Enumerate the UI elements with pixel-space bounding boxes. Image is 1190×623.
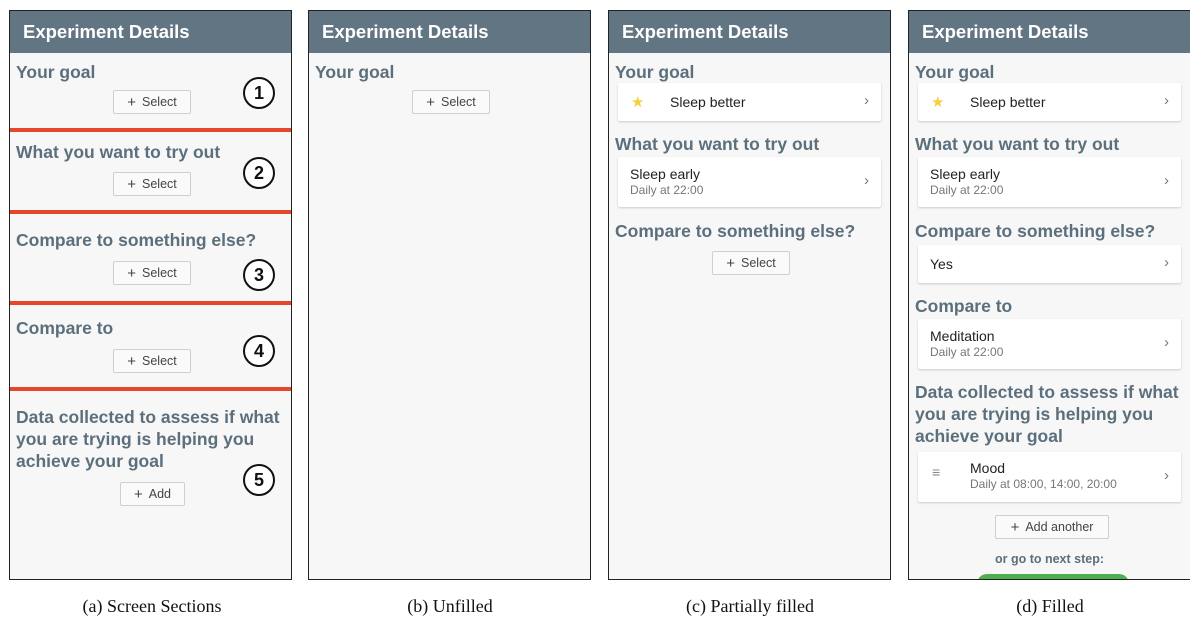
section-divider — [10, 128, 291, 132]
list-icon: ≡ — [932, 464, 941, 480]
chevron-right-icon: › — [1164, 334, 1169, 351]
button-label: Select — [142, 177, 177, 191]
select-compare-to-button[interactable]: + Select — [113, 349, 191, 373]
plus-icon: + — [127, 175, 136, 193]
chevron-right-icon: › — [1164, 254, 1169, 271]
data-card[interactable]: ≡ Mood Daily at 08:00, 14:00, 20:00 › — [918, 452, 1181, 502]
compare-to-value: Meditation — [930, 328, 995, 344]
add-data-button[interactable]: + Add — [120, 482, 185, 506]
star-icon: ★ — [631, 94, 645, 111]
caption-d: (d) Filled — [1016, 596, 1084, 616]
plus-icon: + — [726, 254, 735, 272]
section-number-2: 2 — [243, 157, 275, 189]
panel-unfilled: Experiment Details Your goal + Select — [308, 10, 591, 580]
panel-screen-sections: Experiment Details Your goal + Select 1 W… — [9, 10, 292, 580]
goal-card[interactable]: ★ Sleep better › — [918, 83, 1181, 121]
panel-filled: Experiment Details Your goal ★ Sleep bet… — [908, 10, 1190, 580]
try-value: Sleep early — [630, 166, 701, 182]
header-title: Experiment Details — [10, 11, 291, 53]
header-title: Experiment Details — [609, 11, 890, 53]
compare-to-schedule: Daily at 22:00 — [930, 345, 1004, 359]
plus-icon: + — [426, 93, 435, 111]
add-another-button[interactable]: + Add another — [995, 515, 1109, 539]
caption-c: (c) Partially filled — [686, 596, 814, 616]
section-title-try: What you want to try out — [615, 134, 820, 154]
section-title-compare-q: Compare to something else? — [16, 230, 257, 250]
next-step-text: or go to next step: — [994, 552, 1105, 566]
caption-a: (a) Screen Sections — [82, 596, 222, 616]
try-schedule: Daily at 22:00 — [630, 183, 704, 197]
data-schedule: Daily at 08:00, 14:00, 20:00 — [970, 477, 1117, 491]
section-title-goal: Your goal — [915, 62, 995, 82]
section-number-3: 3 — [243, 259, 275, 291]
select-compare-button[interactable]: + Select — [712, 251, 790, 275]
goal-value: Sleep better — [670, 94, 746, 110]
button-label: Select — [741, 256, 776, 270]
select-goal-button[interactable]: + Select — [412, 90, 490, 114]
try-value: Sleep early — [930, 166, 1001, 182]
button-label: Add — [148, 487, 171, 501]
select-compare-q-button[interactable]: + Select — [113, 261, 191, 285]
star-icon: ★ — [931, 94, 945, 111]
try-card[interactable]: Sleep early Daily at 22:00 › — [618, 157, 881, 207]
plus-icon: + — [127, 93, 136, 111]
chevron-right-icon: › — [1164, 172, 1169, 189]
panel-partially-filled: Experiment Details Your goal ★ Sleep bet… — [608, 10, 891, 580]
chevron-right-icon: › — [1164, 92, 1169, 109]
button-label: Select — [142, 266, 177, 280]
button-label: Select — [142, 354, 177, 368]
caption-b: (b) Unfilled — [407, 596, 493, 616]
section-number-1: 1 — [243, 77, 275, 109]
section-title-compare-q: Compare to something else? — [615, 221, 856, 241]
compare-q-value: Yes — [930, 256, 953, 272]
goal-card[interactable]: ★ Sleep better › — [618, 83, 881, 121]
plus-icon: + — [127, 352, 136, 370]
section-number-4: 4 — [243, 335, 275, 367]
section-title-goal: Your goal — [315, 62, 395, 82]
header-title: Experiment Details — [309, 11, 590, 53]
goal-value: Sleep better — [970, 94, 1046, 110]
section-number-5: 5 — [243, 464, 275, 496]
plus-icon: + — [127, 264, 136, 282]
next-step-button[interactable] — [977, 574, 1129, 579]
chevron-right-icon: › — [864, 92, 869, 109]
section-title-try: What you want to try out — [16, 142, 221, 162]
section-title-compare-q: Compare to something else? — [915, 221, 1156, 241]
plus-icon: + — [1010, 518, 1020, 536]
section-title-data: Data collected to assess if what you are… — [16, 407, 280, 471]
try-schedule: Daily at 22:00 — [930, 183, 1004, 197]
button-label: Add another — [1025, 520, 1094, 534]
select-try-button[interactable]: + Select — [113, 172, 191, 196]
section-title-goal: Your goal — [615, 62, 695, 82]
chevron-right-icon: › — [864, 172, 869, 189]
data-value: Mood — [970, 460, 1006, 476]
plus-icon: + — [133, 485, 143, 503]
section-title-compare-to: Compare to — [915, 296, 1013, 316]
button-label: Select — [441, 95, 476, 109]
section-divider — [10, 210, 291, 214]
compare-to-card[interactable]: Meditation Daily at 22:00 › — [918, 319, 1181, 369]
section-title-try: What you want to try out — [915, 134, 1120, 154]
compare-q-card[interactable]: Yes › — [918, 245, 1181, 283]
section-divider — [10, 301, 291, 305]
button-label: Select — [142, 95, 177, 109]
section-divider — [10, 387, 291, 391]
header-title: Experiment Details — [909, 11, 1190, 53]
try-card[interactable]: Sleep early Daily at 22:00 › — [918, 157, 1181, 207]
select-goal-button[interactable]: + Select — [113, 90, 191, 114]
chevron-right-icon: › — [1164, 467, 1169, 484]
section-title-compare-to: Compare to — [16, 318, 114, 338]
section-title-goal: Your goal — [16, 62, 96, 82]
section-title-data: Data collected to assess if what you are… — [915, 382, 1179, 446]
